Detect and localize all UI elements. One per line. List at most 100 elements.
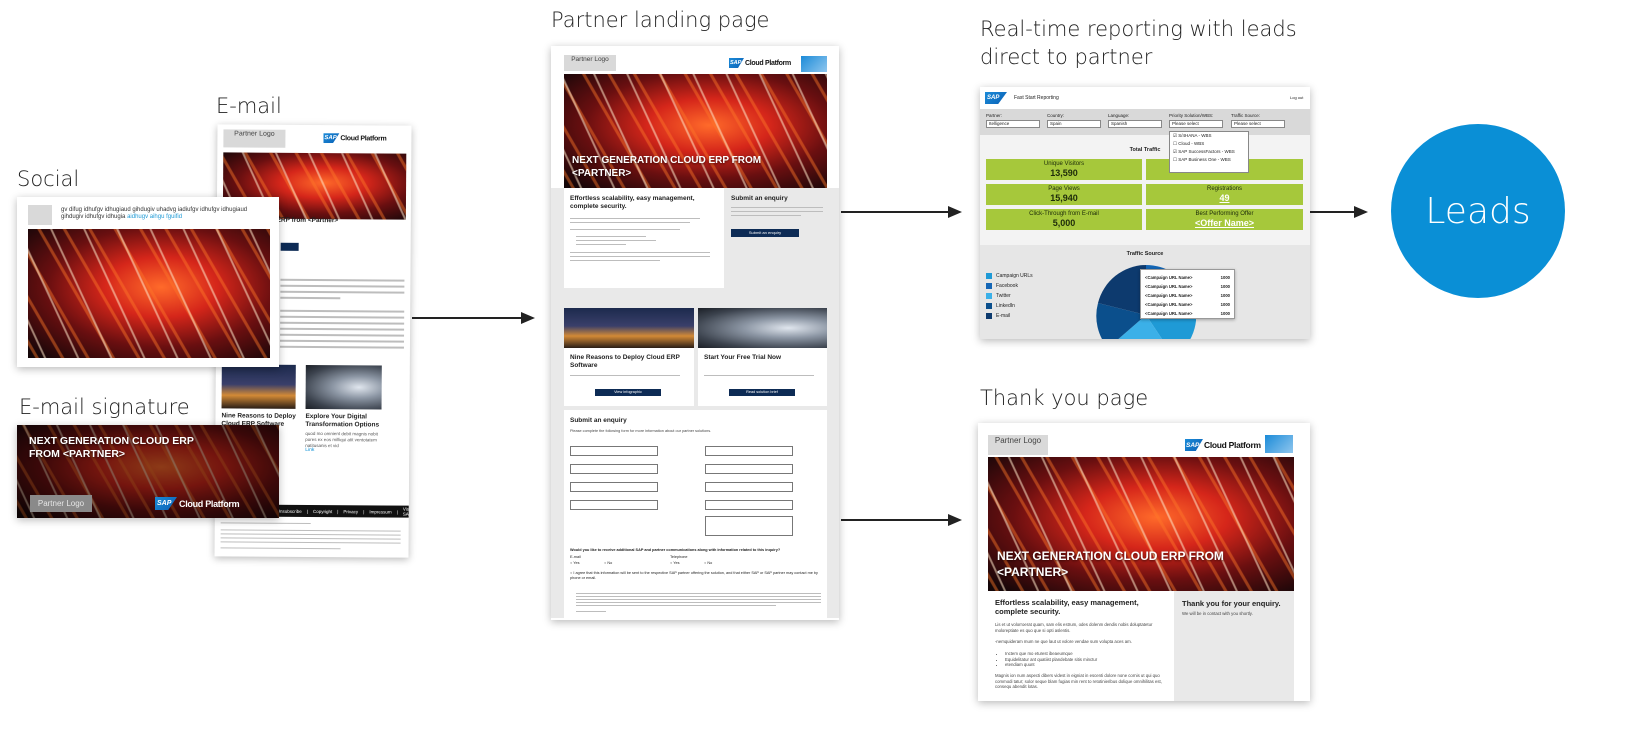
landing-sap-mark	[801, 56, 827, 72]
email-sap-logo: SAP Cloud Platform	[324, 134, 387, 143]
agree-checkbox[interactable]: ○ I agree that this information will be …	[570, 571, 820, 581]
email-card1-image	[221, 364, 296, 409]
metric-click-through: Click-Through from E-mail 5,000	[986, 209, 1142, 230]
filter-language[interactable]: Language: Spanish	[1108, 113, 1162, 128]
email-cta-button[interactable]	[280, 242, 299, 251]
thankyou-body: We will be in contact with you shortly.	[1182, 611, 1253, 616]
pie-tooltip: <Campaign URL Name> 1000 <Campaign URL Na…	[1140, 269, 1235, 319]
consent-radio[interactable]: ○ Yes	[670, 561, 679, 565]
email-partner-logo: Partner Logo	[223, 129, 286, 148]
form-field[interactable]	[705, 464, 793, 474]
landing-enquiry-button[interactable]: Submit an enquiry	[731, 229, 799, 237]
thankyou-title: Thank you for your enquiry.	[1182, 599, 1281, 608]
metric-page-views: Page Views 15,940	[986, 184, 1142, 205]
thankyou-hero-headline: NEXT GENERATION CLOUD ERP FROM <PARTNER>	[997, 549, 1224, 579]
consent-radio[interactable]: ○ Yes	[570, 561, 579, 565]
landing-sap-logo: SAP Cloud Platform	[729, 58, 791, 68]
landing-consent-question: Would you like to receive additional SAP…	[570, 548, 781, 552]
arrow-to-landing	[412, 317, 521, 319]
solution-dropdown-menu[interactable]: ☑ S/4HANA - WBS ☐ Cloud - WBS ☑ SAP Succ…	[1169, 131, 1249, 173]
form-field[interactable]	[570, 482, 658, 492]
email-card2-title: Explore Your Digital Transformation Opti…	[305, 412, 380, 429]
legend-item: LinkedIn	[986, 301, 1033, 311]
email-card2-body: quod mo omnient debit magnis nobit pores…	[305, 430, 378, 449]
arrow-head-icon	[948, 514, 962, 526]
thankyou-bullets: Inctem que mo eturest ibeaeumque Equidel…	[1005, 651, 1097, 668]
email-card2-link[interactable]: Link	[305, 447, 314, 453]
arrow-to-leads	[1310, 211, 1354, 213]
dropdown-option[interactable]: ☐ SAP Business One - WBS	[1170, 156, 1248, 164]
filter-priority-solution[interactable]: Priority Solution/WBS: Please select	[1169, 113, 1223, 128]
arrow-to-reporting	[841, 211, 948, 213]
signature-sap-logo: SAP Cloud Platform	[155, 497, 240, 510]
landing-card2-button[interactable]: Read solution brief	[729, 389, 795, 396]
thankyou-sap-mark	[1265, 435, 1293, 453]
dropdown-option[interactable]: ☐ Cloud - WBS	[1170, 140, 1248, 148]
landing-hero-headline: NEXT GENERATION CLOUD ERP FROM <PARTNER>	[572, 155, 762, 179]
reporting-header-title: Fast Start Reporting	[1014, 95, 1059, 101]
arrow-head-icon	[521, 312, 535, 324]
consent-email-label: E-mail	[570, 555, 581, 559]
bullet-item: etendiam quunt	[1005, 662, 1097, 668]
legend-item: Campaign URLs	[986, 271, 1033, 281]
landing-page-preview: Partner Logo SAP Cloud Platform NEXT GEN…	[551, 46, 839, 620]
email-signature-banner: NEXT GENERATION CLOUD ERP FROM <PARTNER>…	[17, 425, 279, 518]
form-field[interactable]	[570, 446, 658, 456]
legend-item: E-mail	[986, 311, 1033, 321]
landing-card2-image	[698, 308, 827, 348]
landing-card2-title: Start Your Free Trial Now	[704, 354, 782, 361]
form-field[interactable]	[570, 500, 658, 510]
stage-title-thank-you: Thank you page	[980, 386, 1149, 410]
total-traffic-title: Total Traffic	[1129, 147, 1161, 153]
form-field[interactable]	[570, 464, 658, 474]
landing-enquiry-title: Submit an enquiry	[731, 195, 788, 202]
consent-radio[interactable]: ○ No	[704, 561, 712, 565]
thankyou-partner-logo: Partner Logo	[988, 435, 1048, 455]
form-field[interactable]	[705, 446, 793, 456]
thankyou-intro-title: Effortless scalability, easy management,…	[995, 598, 1139, 616]
dropdown-option[interactable]: ☑ SAP SuccessFactors - WBS	[1170, 148, 1248, 156]
landing-form-panel	[564, 410, 827, 618]
social-post-text: gv difug idhufgv idhugiaud gihdugiv uhad…	[61, 207, 248, 220]
landing-card1-title: Nine Reasons to Deploy Cloud ERP Softwar…	[570, 354, 680, 369]
traffic-source-title: Traffic Source	[1126, 251, 1164, 257]
landing-card1-button[interactable]: View infographic	[595, 389, 661, 396]
social-post-preview: gv difug idhufgv idhugiaud gihdugiv uhad…	[17, 197, 279, 367]
arrow-head-icon	[1354, 206, 1368, 218]
email-footer-link[interactable]: Impressum	[369, 509, 391, 514]
email-footer-link[interactable]: Unsubscribe	[277, 508, 302, 513]
metric-registrations: Registrations 49	[1146, 184, 1303, 205]
metric-best-offer[interactable]: Best Performing Offer <Offer Name>	[1146, 209, 1303, 230]
filter-country[interactable]: Country: Spain	[1047, 113, 1101, 128]
email-footer-link[interactable]: Visit SAP.com	[403, 507, 412, 517]
email-footer-link[interactable]: Privacy	[343, 509, 358, 514]
stage-title-email: E-mail	[216, 94, 282, 118]
email-footer-link[interactable]: Copyright	[313, 509, 332, 514]
form-field[interactable]	[705, 482, 793, 492]
arrow-to-thank-you	[841, 519, 948, 521]
stage-title-landing: Partner landing page	[551, 8, 770, 32]
form-comments[interactable]	[705, 516, 793, 536]
dropdown-option[interactable]: ☑ S/4HANA - WBS	[1170, 132, 1248, 140]
form-field[interactable]	[705, 500, 793, 510]
landing-form-intro: Please complete the following form for m…	[570, 429, 712, 433]
leads-circle: Leads	[1391, 124, 1565, 298]
social-post-image	[28, 229, 270, 358]
filter-traffic-source[interactable]: Traffic Source: Please select	[1231, 113, 1285, 128]
reporting-dashboard-preview: SAP Fast Start Reporting Log out Partner…	[980, 87, 1310, 339]
consent-radio[interactable]: ○ No	[604, 561, 612, 565]
consent-phone-label: Telephone	[670, 555, 688, 559]
reporting-logout-link[interactable]: Log out	[1290, 95, 1303, 100]
social-post-link[interactable]: aidhugv aihgu fguifid	[127, 214, 182, 220]
leads-label: Leads	[1425, 190, 1531, 232]
thankyou-intro-body3: Magnis ion num aspecti dibers videst in …	[995, 673, 1162, 689]
social-avatar	[28, 205, 52, 225]
filter-partner[interactable]: Partner: Itelligence	[986, 113, 1040, 128]
signature-headline: NEXT GENERATION CLOUD ERP FROM <PARTNER>	[29, 435, 194, 460]
thankyou-intro-body2: -nemquideram mum ne que laut ut volore v…	[995, 639, 1132, 644]
landing-card1-image	[564, 308, 694, 348]
thankyou-sap-logo: SAP Cloud Platform	[1185, 439, 1261, 451]
traffic-legend: Campaign URLs Facebook Twitter LinkedIn …	[986, 271, 1033, 321]
signature-partner-logo: Partner Logo	[30, 495, 92, 512]
legend-item: Twitter	[986, 291, 1033, 301]
